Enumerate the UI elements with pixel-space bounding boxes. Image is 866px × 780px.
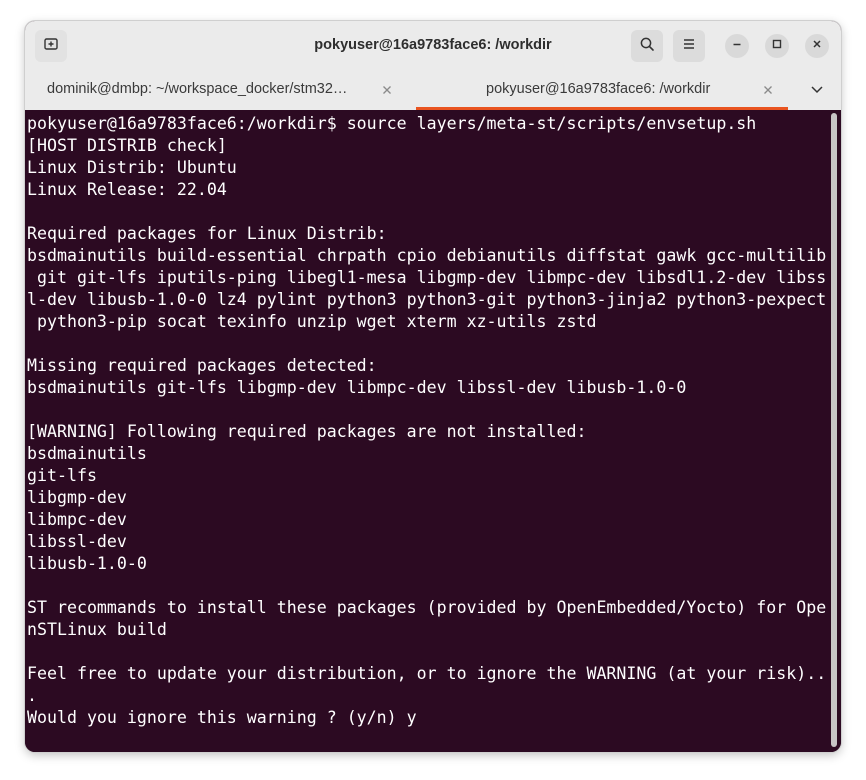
new-tab-button[interactable]	[35, 30, 67, 62]
terminal-line: bsdmainutils build-essential chrpath cpi…	[27, 246, 827, 265]
terminal-window: pokyuser@16a9783face6: /workdir dominik@…	[25, 21, 841, 752]
terminal-line: Required packages for Linux Distrib:	[27, 224, 387, 243]
menu-button[interactable]	[673, 30, 705, 62]
maximize-button[interactable]	[765, 34, 789, 58]
scrollbar[interactable]	[831, 113, 837, 747]
tab-pokyuser-workdir[interactable]: pokyuser@16a9783face6: /workdir	[416, 70, 788, 110]
chevron-down-icon	[810, 81, 824, 99]
terminal-line: libgmp-dev	[27, 488, 127, 507]
terminal-line: [WARNING] Following required packages ar…	[27, 422, 587, 441]
tab-label: dominik@dmbp: ~/workspace_docker/stm32…	[47, 81, 348, 97]
tab-dominik-workspace[interactable]: dominik@dmbp: ~/workspace_docker/stm32…	[25, 70, 416, 110]
terminal-line: Missing required packages detected:	[27, 356, 377, 375]
minimize-button[interactable]	[725, 34, 749, 58]
terminal-line: libusb-1.0-0	[27, 554, 147, 573]
terminal-output[interactable]: pokyuser@16a9783face6:/workdir$ source l…	[27, 113, 829, 729]
close-icon	[383, 86, 391, 94]
tab-bar: dominik@dmbp: ~/workspace_docker/stm32… …	[25, 70, 841, 110]
minimize-icon	[731, 37, 743, 55]
terminal-line: git git-lfs iputils-ping libegl1-mesa li…	[27, 268, 827, 287]
terminal-line: bsdmainutils git-lfs libgmp-dev libmpc-d…	[27, 378, 687, 397]
terminal-line: libssl-dev	[27, 532, 127, 551]
window-title: pokyuser@16a9783face6: /workdir	[314, 37, 552, 53]
tabs-dropdown-button[interactable]	[803, 78, 831, 102]
terminal-area[interactable]: pokyuser@16a9783face6:/workdir$ source l…	[25, 110, 841, 752]
search-button[interactable]	[631, 30, 663, 62]
terminal-line: libmpc-dev	[27, 510, 127, 529]
terminal-line: python3-pip socat texinfo unzip wget xte…	[27, 312, 597, 331]
terminal-line: ST recommands to install these packages …	[27, 598, 827, 617]
maximize-icon	[771, 37, 783, 55]
hamburger-menu-icon	[681, 36, 697, 57]
terminal-line: l-dev libusb-1.0-0 lz4 pylint python3 py…	[27, 290, 827, 309]
terminal-line: Linux Distrib: Ubuntu	[27, 158, 237, 177]
header-bar: pokyuser@16a9783face6: /workdir	[25, 21, 841, 70]
terminal-line: .	[27, 686, 37, 705]
terminal-line: Feel free to update your distribution, o…	[27, 664, 827, 683]
tab-close-button[interactable]	[758, 80, 778, 100]
new-tab-icon	[43, 36, 59, 57]
tab-label: pokyuser@16a9783face6: /workdir	[486, 81, 711, 97]
close-icon	[811, 37, 823, 55]
terminal-line: pokyuser@16a9783face6:/workdir$ source l…	[27, 114, 757, 133]
close-window-button[interactable]	[805, 34, 829, 58]
search-icon	[639, 36, 655, 57]
terminal-line: git-lfs	[27, 466, 97, 485]
terminal-line: nSTLinux build	[27, 620, 167, 639]
terminal-line: Linux Release: 22.04	[27, 180, 227, 199]
terminal-line: Would you ignore this warning ? (y/n) y	[27, 708, 417, 727]
tab-close-button[interactable]	[377, 80, 397, 100]
terminal-line: [HOST DISTRIB check]	[27, 136, 227, 155]
terminal-line: bsdmainutils	[27, 444, 147, 463]
close-icon	[764, 86, 772, 94]
